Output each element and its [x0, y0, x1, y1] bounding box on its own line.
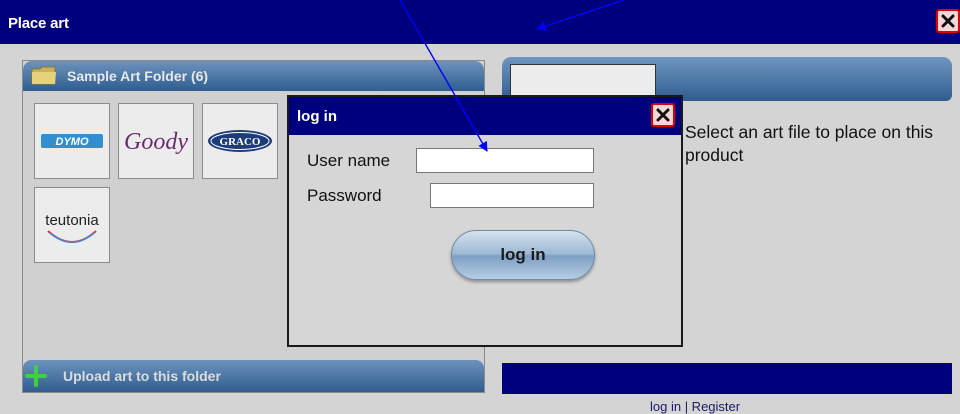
close-icon — [656, 108, 670, 122]
place-art-window: Place art Sample Art Folder (6) DYMO Goo… — [0, 0, 960, 414]
window-title: Place art — [8, 15, 69, 32]
login-button[interactable]: log in — [451, 230, 595, 280]
window-close-button[interactable] — [936, 9, 960, 33]
art-thumbnail-dymo[interactable]: DYMO — [34, 103, 110, 179]
password-input[interactable] — [430, 183, 594, 208]
upload-label: Upload art to this folder — [63, 368, 221, 384]
login-dialog: log in User name Password log in — [287, 95, 683, 347]
upload-art-button[interactable]: Upload art to this folder — [23, 360, 484, 392]
password-label: Password — [307, 186, 382, 205]
close-icon — [941, 14, 955, 28]
select-art-message: Select an art file to place on this prod… — [685, 122, 934, 165]
teutonia-logo: teutonia — [45, 212, 99, 243]
svg-text:Goody: Goody — [124, 129, 188, 155]
login-register-links[interactable]: log in | Register — [650, 399, 740, 414]
dymo-logo: DYMO — [41, 134, 103, 148]
plus-icon — [25, 365, 47, 387]
svg-text:teutonia: teutonia — [45, 212, 99, 229]
window-titlebar: Place art — [0, 0, 960, 44]
folder-label: Sample Art Folder (6) — [67, 68, 209, 84]
login-dialog-titlebar: log in — [289, 97, 681, 135]
username-label: User name — [307, 151, 391, 170]
username-input[interactable] — [416, 148, 594, 173]
graco-logo: GRACO — [208, 130, 272, 152]
folder-icon — [31, 66, 56, 85]
svg-text:DYMO: DYMO — [56, 136, 89, 148]
login-dialog-title: log in — [297, 108, 337, 125]
art-thumbnail-graco[interactable]: GRACO — [202, 103, 278, 179]
goody-logo: Goody — [124, 129, 188, 155]
login-dialog-close-button[interactable] — [651, 103, 675, 127]
preview-area — [510, 64, 656, 98]
folder-header[interactable]: Sample Art Folder (6) — [23, 61, 484, 91]
art-thumbnail-goody[interactable]: Goody — [118, 103, 194, 179]
svg-text:GRACO: GRACO — [220, 136, 261, 148]
preview-footer — [502, 363, 952, 394]
art-thumbnail-teutonia[interactable]: teutonia — [34, 187, 110, 263]
